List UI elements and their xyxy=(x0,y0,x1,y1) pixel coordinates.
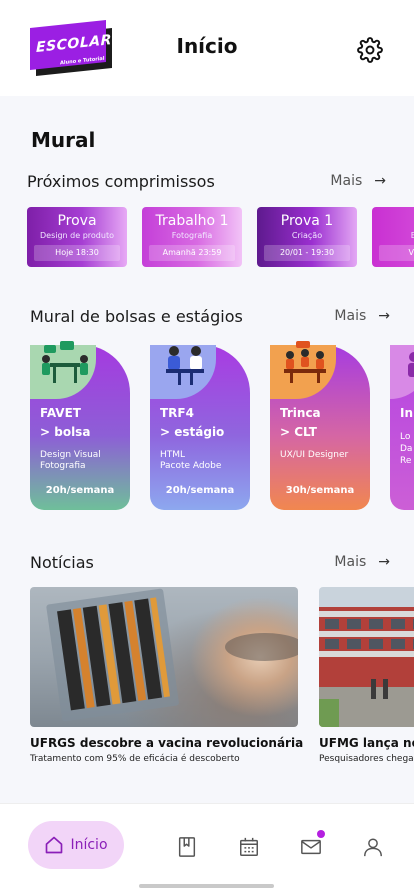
commitment-title: C xyxy=(372,213,414,229)
opportunity-type: > estágio xyxy=(160,425,225,439)
person-illustration-icon xyxy=(408,352,414,377)
opportunity-type: > CLT xyxy=(280,425,317,439)
opportunity-skill: UX/UI Designer xyxy=(280,450,349,460)
app-header: ESCOLAR Aluno e Tutorial Início xyxy=(0,0,414,96)
news-subtitle: Pesquisadores chega xyxy=(319,754,414,764)
opportunity-card[interactable]: TRF4 > estágio HTML Pacote Adobe 20h/sem… xyxy=(150,345,250,510)
more-label: Mais xyxy=(334,554,367,570)
opportunity-card[interactable]: FAVET > bolsa Design Visual Fotografia 2… xyxy=(30,341,130,510)
commitment-time: Amanhã 23:59 xyxy=(149,245,235,261)
notification-dot xyxy=(317,830,325,838)
commitment-time: Hoje 18:30 xyxy=(34,245,120,261)
commitments-label: Próximos comprimissos xyxy=(27,172,215,191)
opportunity-company: Trinca xyxy=(280,406,321,420)
commitment-subject: Criação xyxy=(291,231,323,240)
commitment-title: Prova xyxy=(57,213,97,229)
arrow-right-icon: → xyxy=(378,308,390,324)
more-label: Mais xyxy=(334,308,367,324)
university-building-icon xyxy=(319,607,414,727)
commitment-title: Trabalho 1 xyxy=(155,213,229,229)
mail-icon[interactable] xyxy=(300,836,322,858)
calendar-icon[interactable] xyxy=(238,836,260,858)
mural-title: Mural xyxy=(31,128,96,152)
news-more-link[interactable]: Mais → xyxy=(334,554,390,570)
bookmark-icon[interactable] xyxy=(176,836,198,858)
illustration xyxy=(390,345,414,399)
opportunity-hours: 30h/semana xyxy=(285,485,355,496)
news-image xyxy=(319,587,414,727)
opportunity-type: > bolsa xyxy=(40,425,91,439)
opportunity-skill: Lo xyxy=(400,432,411,442)
opportunity-skill: Da xyxy=(400,444,413,454)
gear-icon[interactable] xyxy=(357,37,383,63)
arrow-right-icon: → xyxy=(378,554,390,570)
commitment-card[interactable]: C Estud View C xyxy=(372,207,414,267)
home-screen: ESCOLAR Aluno e Tutorial Início Mural Pr… xyxy=(0,0,414,896)
opportunity-skill: Pacote Adobe xyxy=(160,461,222,471)
page-title: Início xyxy=(176,34,238,58)
commitments-header: Próximos comprimissos Mais → xyxy=(0,172,414,194)
opportunity-company: TRF4 xyxy=(160,406,194,420)
opportunity-company: In xyxy=(400,406,414,420)
commitment-card[interactable]: Trabalho 1 Fotografia Amanhã 23:59 xyxy=(142,207,242,267)
news-header: Notícias Mais → xyxy=(0,553,414,575)
opportunity-company: FAVET xyxy=(40,406,81,420)
opportunity-hours: 20h/semana xyxy=(165,485,235,496)
commitment-card[interactable]: Prova Design de produto Hoje 18:30 xyxy=(27,207,127,267)
opportunities-label: Mural de bolsas e estágios xyxy=(30,307,243,326)
meeting-illustration-icon xyxy=(42,341,88,383)
commitment-time: View C xyxy=(379,245,414,261)
opportunity-skill: HTML xyxy=(160,450,186,460)
commitment-subject: Fotografia xyxy=(171,231,213,240)
commitment-subject: Design de produto xyxy=(40,231,114,240)
home-icon xyxy=(46,836,63,854)
news-card[interactable]: UFMG lança nov Pesquisadores chega xyxy=(319,587,414,764)
commitment-card[interactable]: Prova 1 Criação 20/01 - 19:30 xyxy=(257,207,357,267)
opportunity-hours: 20h/semana xyxy=(45,485,115,496)
commitments-more-link[interactable]: Mais → xyxy=(330,173,386,189)
arrow-right-icon: → xyxy=(374,173,386,189)
home-indicator xyxy=(139,884,274,888)
opportunity-card[interactable]: Trinca > CLT UX/UI Designer 30h/semana xyxy=(270,341,370,510)
vaccine-slide-icon xyxy=(46,588,298,722)
profile-icon[interactable] xyxy=(362,836,384,858)
news-image xyxy=(30,587,298,727)
news-title: UFMG lança nov xyxy=(319,736,414,750)
news-label: Notícias xyxy=(30,553,94,572)
nav-home-label: Início xyxy=(70,837,108,853)
opportunity-skill: Design Visual xyxy=(40,450,101,460)
commitment-time: 20/01 - 19:30 xyxy=(264,245,350,261)
news-subtitle: Tratamento com 95% de eficácia é descobe… xyxy=(30,754,240,764)
opportunities-more-link[interactable]: Mais → xyxy=(334,308,390,324)
opportunity-card[interactable]: In Lo Da Re xyxy=(390,345,414,510)
opportunity-skill: Re xyxy=(400,456,412,466)
news-card[interactable]: UFRGS descobre a vacina revolucionária T… xyxy=(30,587,304,764)
nav-home-button[interactable]: Início xyxy=(28,821,124,869)
news-title: UFRGS descobre a vacina revolucionária xyxy=(30,736,304,750)
interview-illustration-icon xyxy=(166,346,204,385)
commitment-title: Prova 1 xyxy=(280,213,334,229)
opportunities-header: Mural de bolsas e estágios Mais → xyxy=(0,307,414,329)
team-illustration-icon xyxy=(284,341,326,383)
bottom-navigation: Início xyxy=(0,803,414,896)
opportunity-skill: Fotografia xyxy=(40,461,86,471)
commitment-subject: Estud xyxy=(410,231,414,240)
more-label: Mais xyxy=(330,173,363,189)
